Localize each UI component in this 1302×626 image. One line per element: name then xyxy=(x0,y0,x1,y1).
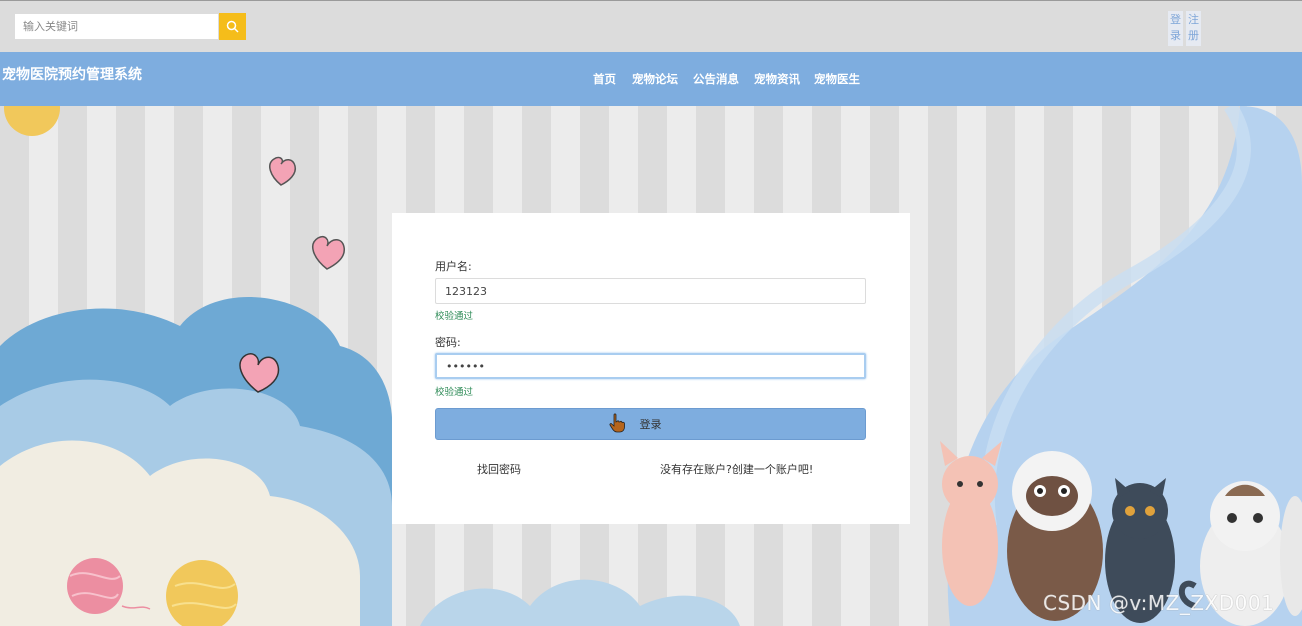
login-link[interactable]: 登录 xyxy=(1168,11,1183,46)
login-submit-label: 登录 xyxy=(639,418,662,431)
search-button[interactable] xyxy=(219,13,246,40)
nav-item-forum[interactable]: 宠物论坛 xyxy=(632,71,678,87)
password-input[interactable] xyxy=(435,353,866,379)
site-title: 宠物医院预约管理系统 xyxy=(2,67,142,83)
search-input[interactable] xyxy=(14,13,219,40)
password-validation-hint: 校验通过 xyxy=(435,387,474,398)
create-account-link[interactable]: 没有存在账户?创建一个账户吧! xyxy=(660,461,813,477)
nav-item-doctors[interactable]: 宠物医生 xyxy=(814,71,860,87)
password-label: 密码: xyxy=(435,336,461,349)
nav-item-home[interactable]: 首页 xyxy=(593,71,616,87)
login-submit-button[interactable]: 登录 xyxy=(435,408,866,440)
username-validation-hint: 校验通过 xyxy=(435,311,474,322)
search-icon xyxy=(226,20,239,33)
register-link[interactable]: 注册 xyxy=(1186,11,1201,46)
username-label: 用户名: xyxy=(435,260,472,273)
nav-item-notices[interactable]: 公告消息 xyxy=(693,71,739,87)
login-card: 用户名: 校验通过 密码: 校验通过 登录 找回密码 没有存在账户?创建一个账户… xyxy=(392,213,910,524)
nav-item-news[interactable]: 宠物资讯 xyxy=(754,71,800,87)
username-input[interactable] xyxy=(435,278,866,304)
watermark: CSDN @v:MZ_ZXD001 xyxy=(1043,591,1275,615)
top-bar: 登录 注册 xyxy=(0,0,1302,52)
nav-bar: 宠物医院预约管理系统 首页 宠物论坛 公告消息 宠物资讯 宠物医生 xyxy=(0,52,1302,106)
forgot-password-link[interactable]: 找回密码 xyxy=(477,461,521,477)
pointer-hand-icon xyxy=(609,413,625,433)
